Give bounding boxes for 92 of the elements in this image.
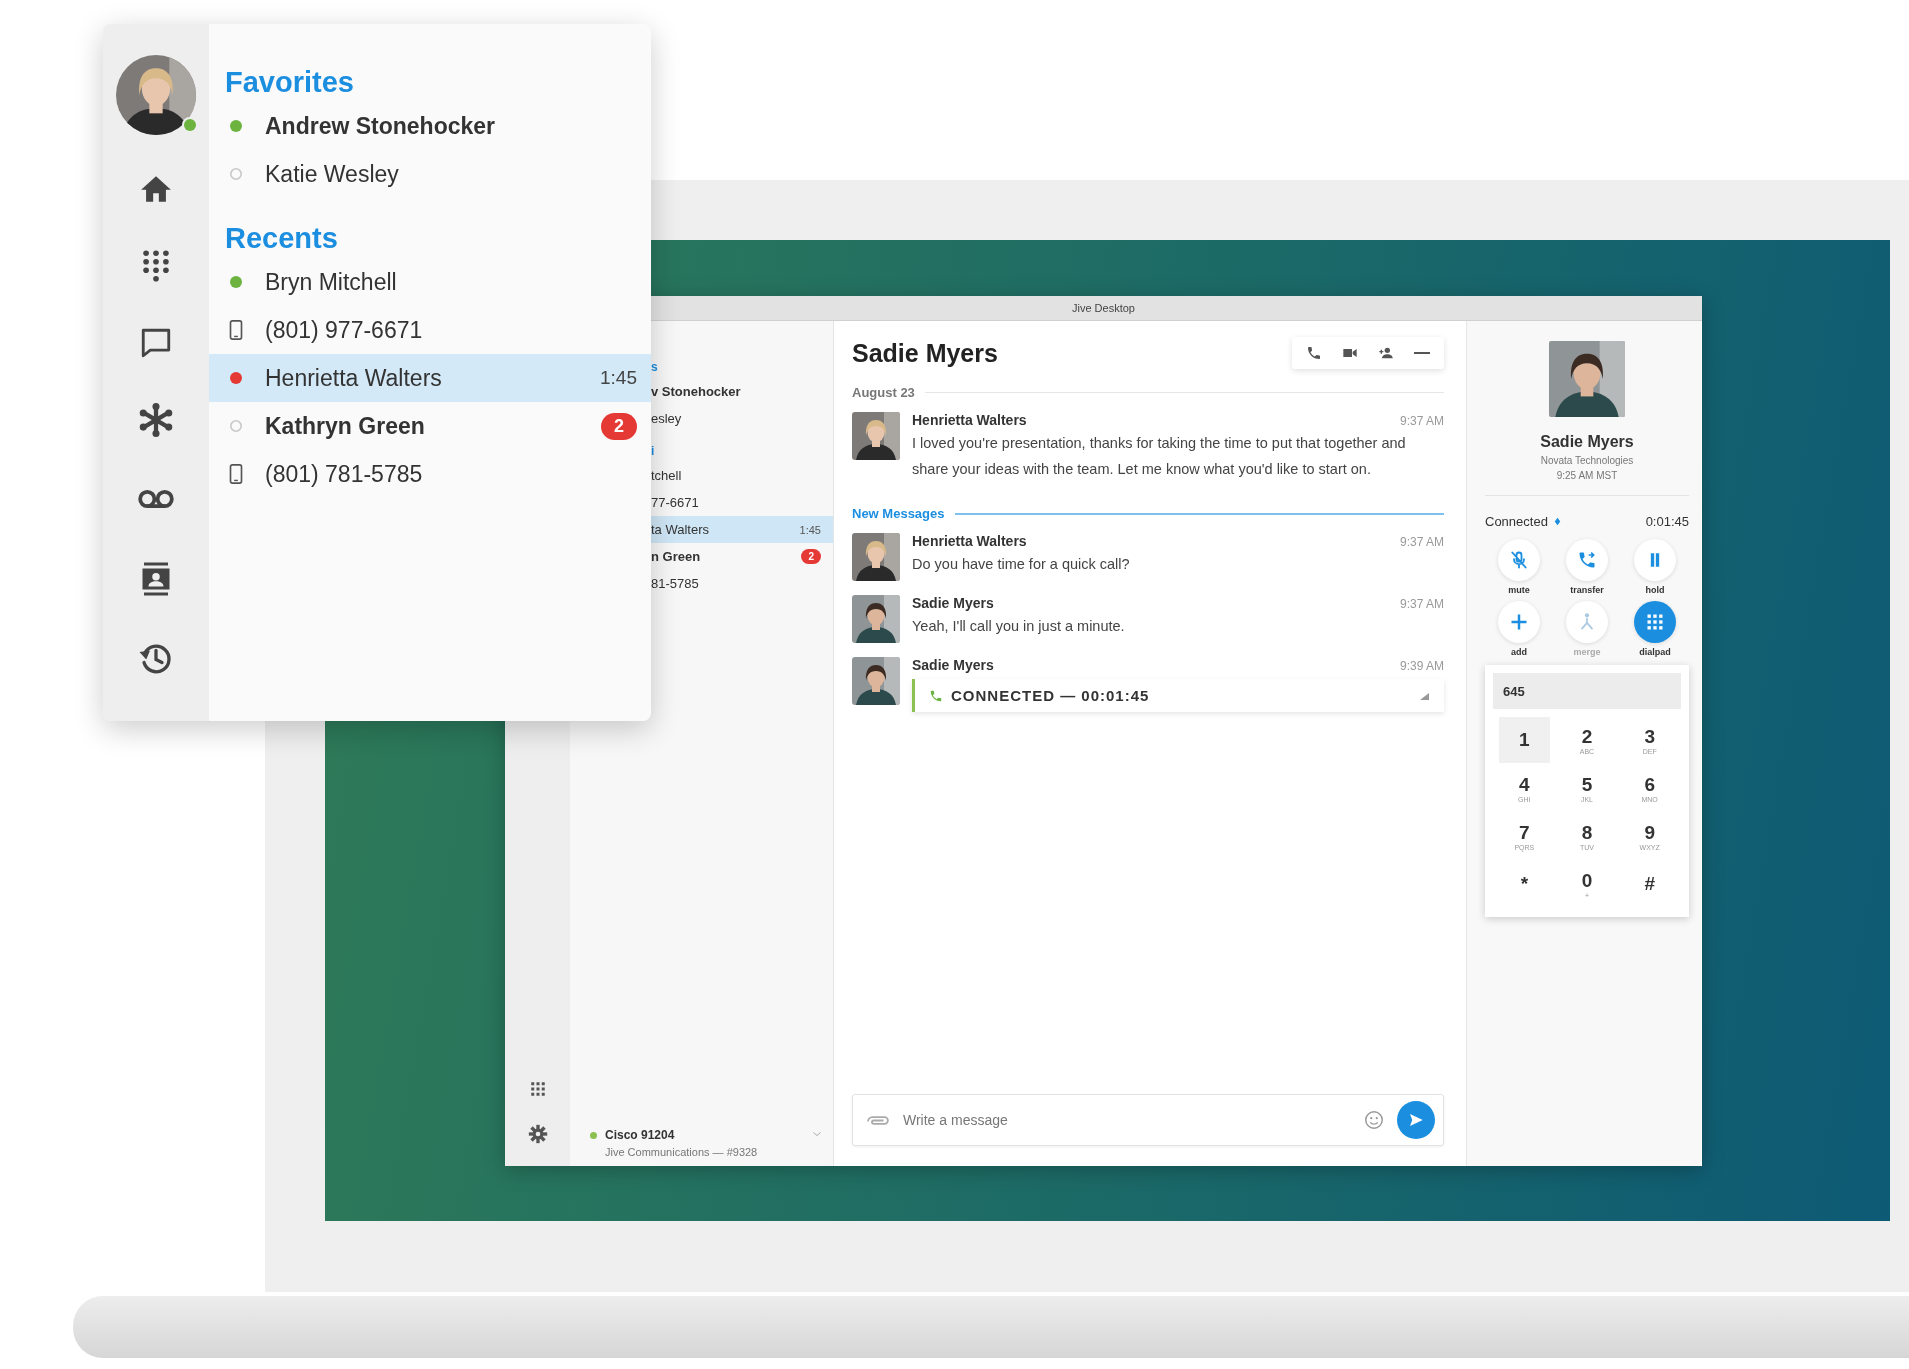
contact-name: Henrietta Walters: [265, 364, 443, 392]
contact-item[interactable]: ta Walters 1:45: [651, 516, 833, 543]
sender-name: Sadie Myers: [912, 595, 994, 611]
message-text: Do you have time for a quick call?: [912, 555, 1131, 574]
dial-key[interactable]: *: [1499, 861, 1550, 907]
message-time: 9:37 AM: [1399, 414, 1444, 428]
attach-icon: [867, 1115, 889, 1125]
grid-icon: [528, 1080, 547, 1098]
control-label: mute: [1508, 585, 1530, 595]
mute-button[interactable]: [1498, 539, 1540, 581]
asterisk-icon: [139, 403, 173, 437]
phone-arrow-icon: [1577, 550, 1597, 570]
contact-item[interactable]: esley: [651, 405, 833, 432]
control-label: dialpad: [1639, 647, 1671, 657]
call-duration: 1:45: [799, 523, 821, 536]
control-label: hold: [1645, 585, 1665, 595]
contact-name: v Stonehocker: [651, 384, 742, 399]
hold-button[interactable]: [1634, 539, 1676, 581]
message-time: 9:39 AM: [1399, 659, 1444, 673]
contact-item[interactable]: Kathryn Green 2: [209, 402, 651, 450]
dial-key[interactable]: #: [1624, 861, 1675, 907]
unread-badge: 2: [601, 412, 637, 440]
contact-name: (801) 977-6671: [265, 316, 424, 344]
contact-name: n Green: [651, 549, 702, 564]
message-time: 9:37 AM: [1399, 597, 1444, 611]
contact-name: 77-6671: [651, 495, 700, 510]
dial-key[interactable]: 1: [1499, 717, 1550, 763]
section-heading: Recents: [224, 221, 339, 256]
sender-name: Sadie Myers: [912, 657, 994, 673]
contact-name: Sadie Myers: [1540, 433, 1634, 451]
local-time: 9:25 AM MST: [1556, 470, 1618, 481]
window-title: Jive Desktop: [1072, 302, 1135, 314]
contact-item[interactable]: (801) 977-6671: [209, 306, 651, 354]
grid-icon: [1645, 612, 1665, 632]
phone-icon: [1306, 345, 1322, 361]
sender-name: Henrietta Walters: [912, 533, 1027, 549]
microphone-off-icon: [1509, 550, 1529, 570]
add-button[interactable]: [1498, 601, 1540, 643]
contact-item[interactable]: Bryn Mitchell: [209, 258, 651, 306]
section-heading: i: [651, 443, 656, 460]
chat-icon: [139, 326, 173, 360]
date-label: August 23: [852, 385, 915, 400]
call-status: Connected: [1485, 514, 1548, 529]
control-label: add: [1511, 647, 1527, 657]
add-person-icon: [1378, 345, 1394, 361]
minimize-icon: [1414, 352, 1430, 354]
contact-item[interactable]: 77-6671: [651, 489, 833, 516]
call-duration: 1:45: [600, 367, 637, 389]
call-timer: 0:01:45: [1645, 514, 1689, 529]
contact-name: 81-5785: [651, 576, 700, 591]
control-label: merge: [1573, 647, 1601, 657]
contact-item[interactable]: Henrietta Walters 1:45: [209, 354, 651, 402]
contact-name: esley: [651, 411, 683, 426]
phone-icon: [929, 688, 943, 703]
new-messages-label: New Messages: [852, 506, 945, 521]
message-text: I loved you're presentation, thanks for taking the time to put that together and share your ideas with the team. Let me know what you'd like to start on.: [912, 434, 1407, 479]
sender-name: Henrietta Walters: [912, 412, 1027, 428]
control-label: transfer: [1570, 585, 1604, 595]
conversation-title: Sadie Myers: [852, 338, 998, 368]
device-name: Cisco 91204: [605, 1128, 676, 1142]
contact-name: ta Walters: [651, 522, 711, 537]
contact-name: Katie Wesley: [265, 160, 400, 188]
dial-field[interactable]: 645: [1493, 673, 1681, 709]
company-name: Novata Technologies: [1540, 455, 1634, 466]
transfer-button[interactable]: [1566, 539, 1608, 581]
contact-item[interactable]: Andrew Stonehocker: [209, 102, 651, 150]
contact-item[interactable]: tchell: [651, 462, 833, 489]
contact-name: Kathryn Green: [265, 412, 426, 440]
device-detail: Jive Communications — #9328: [605, 1146, 759, 1158]
dialpad-button[interactable]: [1634, 601, 1676, 643]
send-icon: [1407, 1111, 1425, 1129]
call-status: CONNECTED — 00:01:45: [951, 687, 1151, 704]
contact-item[interactable]: n Green 2: [651, 543, 833, 570]
settings-icon: [527, 1124, 548, 1144]
section-heading: s: [651, 359, 659, 376]
contact-item[interactable]: v Stonehocker: [651, 378, 833, 405]
message-text: Yeah, I'll call you in just a minute.: [912, 617, 1126, 636]
unread-badge: 2: [801, 549, 821, 564]
contact-name: (801) 781-5785: [265, 460, 424, 488]
contact-name: Bryn Mitchell: [265, 268, 398, 296]
message-field[interactable]: Write a message: [901, 1111, 1351, 1129]
section-heading: Favorites: [224, 65, 355, 100]
plus-icon: [1509, 612, 1529, 632]
emoji-icon: [1363, 1109, 1385, 1131]
contact-item[interactable]: (801) 781-5785: [209, 450, 651, 498]
contact-item[interactable]: Katie Wesley: [209, 150, 651, 198]
contact-name: Andrew Stonehocker: [265, 112, 497, 140]
contact-item[interactable]: 81-5785: [651, 570, 833, 597]
contact-name: tchell: [651, 468, 683, 483]
send-button[interactable]: [1397, 1101, 1435, 1139]
message-time: 9:37 AM: [1399, 535, 1444, 549]
message-composer[interactable]: Write a message: [852, 1094, 1444, 1146]
